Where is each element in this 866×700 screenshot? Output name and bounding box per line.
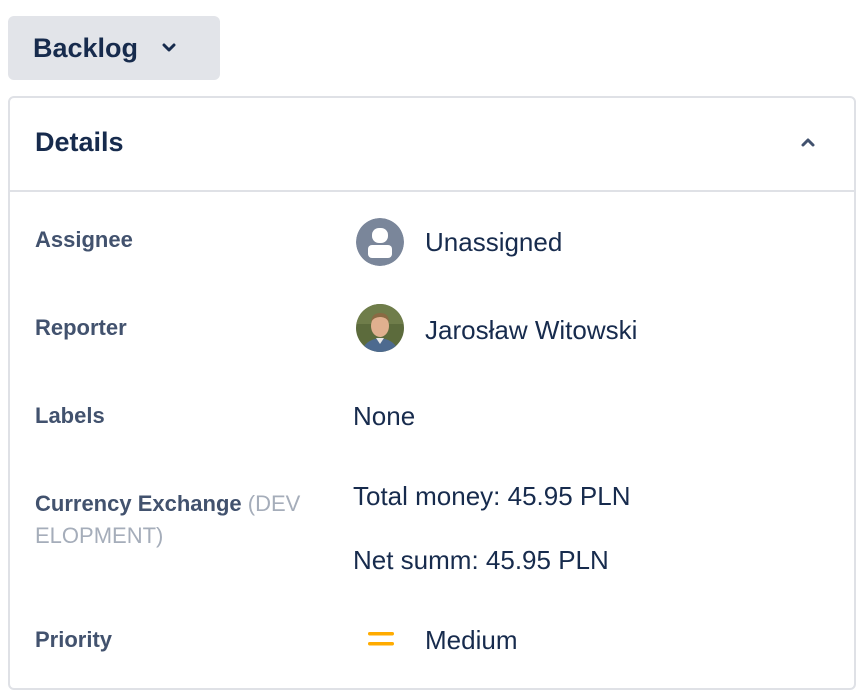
labels-label: Labels [35, 403, 105, 428]
priority-value[interactable]: Medium [425, 625, 517, 656]
default-user-avatar-icon[interactable] [356, 218, 404, 266]
labels-value[interactable]: None [353, 401, 415, 432]
currency-exchange-label-text: Currency Exchange [35, 491, 242, 516]
currency-exchange-label: Currency Exchange (DEVELOPMENT) [35, 488, 305, 552]
chevron-up-icon[interactable] [798, 135, 818, 149]
status-dropdown-button[interactable]: Backlog [8, 16, 220, 80]
priority-label: Priority [35, 627, 113, 652]
reporter-avatar[interactable] [356, 304, 404, 352]
total-money-value: Total money: 45.95 PLN [353, 481, 631, 511]
status-label: Backlog [33, 32, 139, 63]
assignee-label: Assignee [35, 227, 133, 252]
assignee-value[interactable]: Unassigned [425, 227, 562, 258]
reporter-label: Reporter [35, 315, 127, 340]
net-summ-value: Net summ: 45.95 PLN [353, 545, 609, 575]
details-panel: Details Assignee Unassigned Reporter Jar… [8, 96, 856, 690]
reporter-value[interactable]: Jarosław Witowski [425, 315, 637, 346]
details-panel-header[interactable]: Details [10, 98, 854, 192]
chevron-down-icon [160, 39, 178, 57]
details-title: Details [35, 127, 124, 157]
priority-medium-icon [368, 630, 394, 648]
